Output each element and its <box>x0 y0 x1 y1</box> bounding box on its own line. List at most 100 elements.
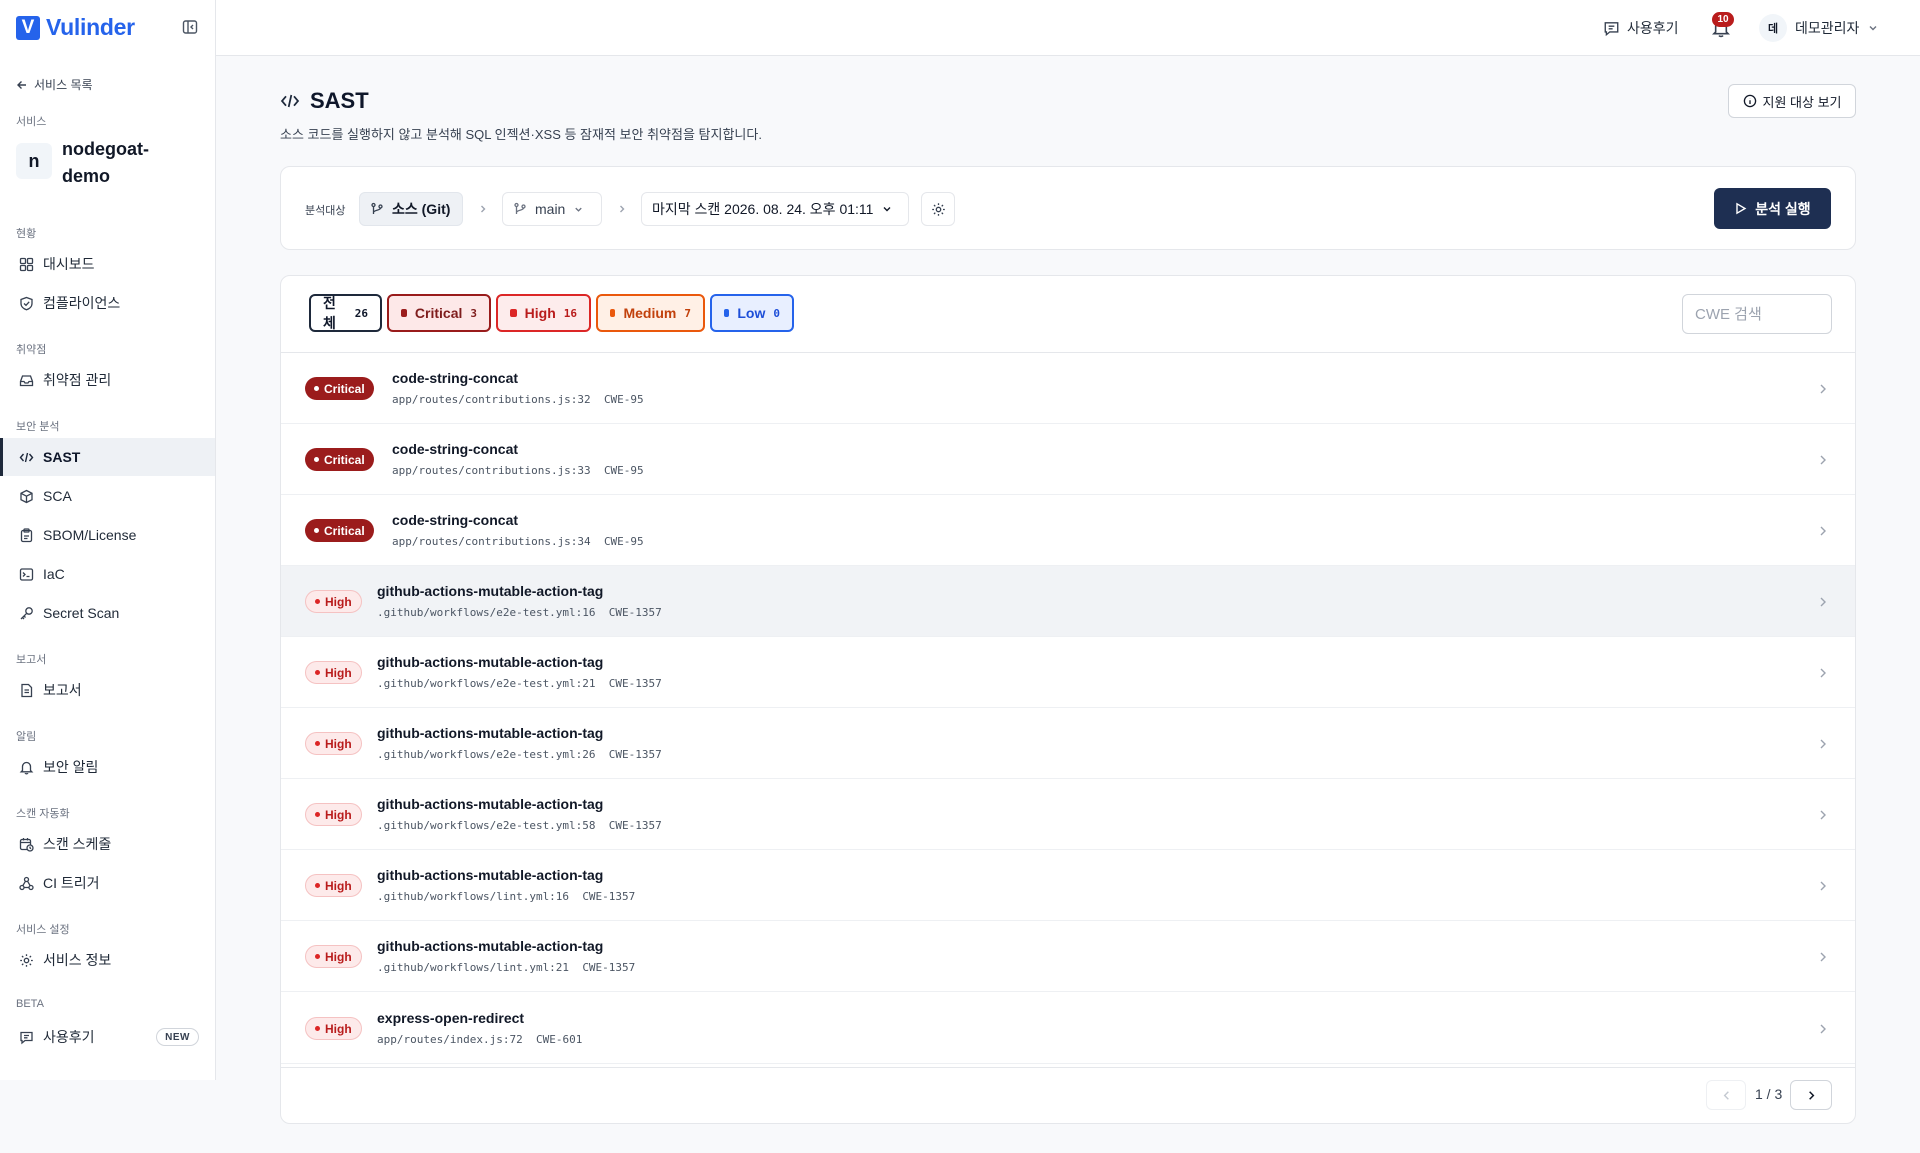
severity-dot <box>315 954 320 959</box>
sidebar-item-dashboard[interactable]: 대시보드 <box>0 245 215 283</box>
package-icon <box>20 489 33 503</box>
finding-row[interactable]: High github-actions-mutable-action-tag .… <box>281 779 1855 850</box>
findings-card: 전체 26 Critical 3 High 16 Medium 7 Low 0 … <box>280 275 1856 1124</box>
section-label-vulnerabilities: 취약점 <box>16 344 47 356</box>
finding-meta: app/routes/contributions.js:34 CWE-95 <box>392 535 644 548</box>
user-menu[interactable]: 데 데모관리자 <box>1759 14 1879 42</box>
finding-row[interactable]: High github-actions-mutable-action-tag .… <box>281 850 1855 921</box>
filter-low[interactable]: Low 0 <box>710 294 794 332</box>
finding-location: .github/workflows/e2e-test.yml:16 <box>377 606 596 619</box>
severity-label: Critical <box>324 452 365 467</box>
scan-history-selector[interactable]: 마지막 스캔 2026. 08. 24. 오후 01:11 <box>641 192 909 226</box>
section-label-beta: BETA <box>16 998 44 1010</box>
finding-row[interactable]: High github-actions-mutable-action-tag .… <box>281 566 1855 637</box>
chevron-right-icon <box>1820 597 1826 607</box>
finding-row[interactable]: Critical code-string-concat app/routes/c… <box>281 495 1855 566</box>
finding-rule: github-actions-mutable-action-tag <box>377 725 604 741</box>
sidebar-item-label: 보안 알림 <box>43 759 99 775</box>
cwe-search-input[interactable] <box>1682 294 1832 334</box>
low-dot <box>724 309 730 317</box>
back-to-services-link[interactable]: 서비스 목록 <box>16 76 93 93</box>
finding-rule: github-actions-mutable-action-tag <box>377 796 604 812</box>
finding-meta: app/routes/contributions.js:32 CWE-95 <box>392 393 644 406</box>
severity-label: High <box>325 807 352 822</box>
feedback-label: 사용후기 <box>1627 20 1679 36</box>
finding-row[interactable]: Critical code-string-concat app/routes/c… <box>281 353 1855 424</box>
next-page-button[interactable] <box>1790 1080 1832 1110</box>
severity-label: High <box>325 1021 352 1036</box>
finding-row[interactable]: High github-actions-mutable-action-tag .… <box>281 708 1855 779</box>
finding-row[interactable]: High github-actions-mutable-action-tag .… <box>281 921 1855 992</box>
finding-location: .github/workflows/lint.yml:21 <box>377 961 570 974</box>
source-type-selector[interactable]: 소스 (Git) <box>359 192 463 226</box>
new-badge: NEW <box>156 1028 199 1046</box>
finding-row[interactable]: High express-open-redirect app/routes/in… <box>281 992 1855 1064</box>
chevron-right-icon <box>1820 1024 1826 1034</box>
sidebar-item-label: SCA <box>43 488 72 504</box>
sidebar-item-label: SAST <box>43 449 81 465</box>
sidebar-item-iac[interactable]: IaC <box>0 555 215 593</box>
page-title: SAST <box>280 88 369 114</box>
severity-label: High <box>325 594 352 609</box>
gear-icon <box>20 953 33 967</box>
git-branch-icon <box>514 202 526 214</box>
brand-logo[interactable]: V Vulinder <box>16 14 135 41</box>
finding-cwe: CWE-95 <box>603 464 644 477</box>
medium-dot <box>610 309 616 317</box>
sidebar-item-sca[interactable]: SCA <box>0 477 215 515</box>
filter-medium[interactable]: Medium 7 <box>596 294 705 332</box>
gear-icon <box>931 202 945 216</box>
severity-dot <box>315 1026 320 1031</box>
prev-page-button[interactable] <box>1706 1080 1746 1110</box>
sidebar-item-security-alerts[interactable]: 보안 알림 <box>0 748 215 786</box>
chevron-right-icon <box>1820 384 1826 394</box>
branch-selector[interactable]: main <box>502 192 602 226</box>
sidebar-item-compliance[interactable]: 컴플라이언스 <box>0 284 215 322</box>
finding-row[interactable]: Critical code-string-concat app/routes/c… <box>281 424 1855 495</box>
severity-badge: High <box>305 945 362 968</box>
sidebar-collapse-icon[interactable] <box>182 19 198 35</box>
sidebar-item-label: IaC <box>43 566 65 582</box>
sidebar-item-service-info[interactable]: 서비스 정보 <box>0 941 215 979</box>
supported-targets-button[interactable]: 지원 대상 보기 <box>1728 84 1856 118</box>
filter-all[interactable]: 전체 26 <box>309 294 382 332</box>
filter-count: 16 <box>563 306 577 320</box>
scan-settings-button[interactable] <box>921 192 955 226</box>
user-name: 데모관리자 <box>1795 20 1860 36</box>
section-label-security-analysis: 보안 분석 <box>16 421 60 433</box>
severity-badge: High <box>305 874 362 897</box>
severity-dot <box>315 599 320 604</box>
finding-cwe: CWE-95 <box>603 393 644 406</box>
finding-cwe: CWE-601 <box>535 1033 583 1046</box>
finding-cwe: CWE-1357 <box>608 819 662 832</box>
pagination: 1 / 3 <box>281 1067 1855 1123</box>
calendar-clock-icon <box>19 837 34 852</box>
chevron-down-icon <box>883 207 891 212</box>
sidebar-item-feedback[interactable]: 사용후기 NEW <box>0 1018 215 1056</box>
finding-row[interactable]: High github-actions-mutable-action-tag .… <box>281 637 1855 708</box>
git-branch-icon <box>371 202 383 214</box>
sidebar-item-sast[interactable]: SAST <box>0 438 215 476</box>
finding-cwe: CWE-1357 <box>582 890 636 903</box>
filter-label: Critical <box>414 305 463 321</box>
sidebar-item-scan-schedule[interactable]: 스캔 스케줄 <box>0 825 215 863</box>
sidebar-item-sbom-license[interactable]: SBOM/License <box>0 516 215 554</box>
severity-dot <box>314 457 319 462</box>
sidebar-item-reports[interactable]: 보고서 <box>0 671 215 709</box>
service-avatar: n <box>16 143 52 179</box>
sidebar-item-label: 보고서 <box>43 682 82 698</box>
feedback-button[interactable]: 사용후기 <box>1603 18 1679 38</box>
filter-high[interactable]: High 16 <box>496 294 591 332</box>
chevron-right-icon <box>1820 881 1826 891</box>
scan-target-label: 분석대상 <box>305 205 346 217</box>
sidebar-item-ci-trigger[interactable]: CI 트리거 <box>0 864 215 902</box>
filter-critical[interactable]: Critical 3 <box>387 294 491 332</box>
severity-filter-bar: 전체 26 Critical 3 High 16 Medium 7 Low 0 <box>281 276 1855 353</box>
message-icon <box>1604 21 1619 36</box>
play-icon <box>1736 202 1747 215</box>
run-analysis-button[interactable]: 분석 실행 <box>1714 188 1831 229</box>
severity-badge: High <box>305 1017 362 1040</box>
finding-cwe: CWE-1357 <box>608 748 662 761</box>
sidebar-item-vuln-management[interactable]: 취약점 관리 <box>0 361 215 399</box>
sidebar-item-secret-scan[interactable]: Secret Scan <box>0 594 215 632</box>
